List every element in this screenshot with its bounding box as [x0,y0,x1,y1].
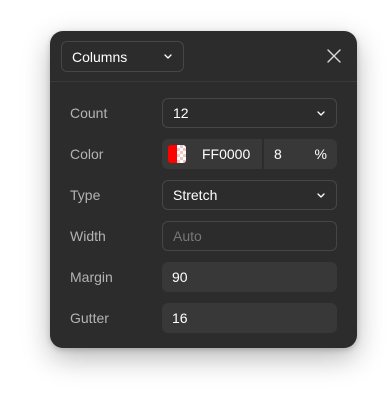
close-icon[interactable] [325,47,343,65]
margin-row: Margin 90 [70,262,337,292]
type-label: Type [70,187,101,203]
chevron-down-icon [316,190,326,200]
type-dropdown[interactable]: Stretch [162,180,337,210]
chevron-down-icon [163,52,173,62]
color-hex-input[interactable]: FF0000 [202,146,262,162]
count-label: Count [70,105,108,121]
type-row: Type Stretch [70,180,337,210]
color-opacity-input[interactable]: 8 [274,146,315,162]
margin-input[interactable]: 90 [162,262,337,292]
width-placeholder: Auto [173,228,202,244]
color-field-divider [262,139,264,169]
count-value: 12 [173,105,189,121]
layout-grid-panel: Columns Count 12 Color FF0000 8 % Type S… [50,31,357,348]
color-field: FF0000 8 % [162,139,337,169]
width-label: Width [70,228,106,244]
gutter-row: Gutter 16 [70,303,337,333]
panel-header: Columns [50,31,357,82]
color-swatch-transparent [177,145,186,163]
layout-type-label: Columns [72,48,128,65]
margin-label: Margin [70,269,113,285]
color-row: Color FF0000 8 % [70,139,337,169]
color-swatch[interactable] [168,145,186,163]
color-swatch-solid [168,145,177,163]
count-dropdown[interactable]: 12 [162,98,337,128]
gutter-label: Gutter [70,310,109,326]
type-value: Stretch [173,187,218,203]
chevron-down-icon [316,108,326,118]
width-row: Width Auto [70,221,337,251]
width-input[interactable]: Auto [162,221,337,251]
margin-value: 90 [172,269,188,285]
gutter-input[interactable]: 16 [162,303,337,333]
layout-type-dropdown[interactable]: Columns [61,41,184,72]
opacity-unit: % [314,146,327,162]
count-row: Count 12 [70,98,337,128]
gutter-value: 16 [172,310,188,326]
color-label: Color [70,146,104,162]
